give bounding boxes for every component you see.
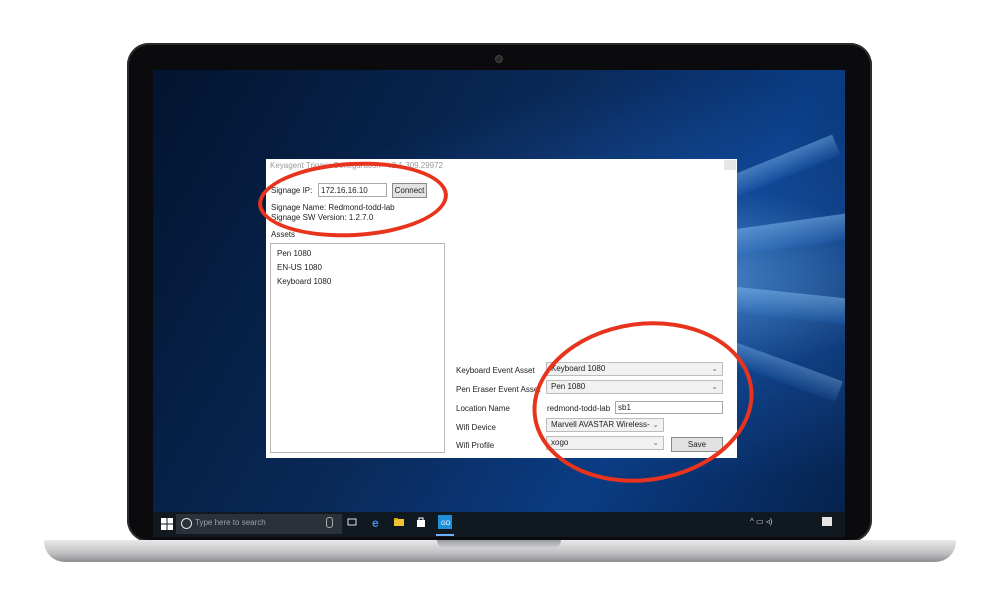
webcam (495, 55, 503, 63)
edge-browser-icon[interactable]: e (371, 516, 383, 528)
pen-eraser-event-asset-label: Pen Eraser Event Asset (456, 385, 541, 394)
svg-text:GO: GO (441, 521, 451, 527)
cortana-icon (181, 518, 192, 529)
window-control-button[interactable] (724, 160, 736, 170)
assets-list[interactable]: Pen 1080 EN-US 1080 Keyboard 1080 (270, 243, 445, 453)
list-item[interactable]: Pen 1080 (277, 249, 311, 258)
notification-center-icon[interactable] (822, 517, 832, 526)
microphone-icon[interactable] (326, 517, 333, 528)
search-placeholder: Type here to search (195, 518, 266, 527)
windows-start-icon[interactable] (161, 518, 173, 530)
active-app-indicator (436, 534, 454, 536)
system-tray[interactable]: ^ ▭ ◃) (750, 514, 772, 530)
list-item[interactable]: EN-US 1080 (277, 263, 322, 272)
assets-header: Assets (271, 230, 296, 239)
svg-text:e: e (372, 516, 379, 528)
location-name-label: Location Name (456, 404, 510, 413)
list-item[interactable]: Keyboard 1080 (277, 277, 331, 286)
wifi-device-label: Wifi Device (456, 423, 497, 432)
keyboard-event-asset-label: Keyboard Event Asset (456, 366, 535, 375)
app-active-icon[interactable]: GO (438, 515, 452, 529)
task-view-icon[interactable] (346, 516, 358, 528)
store-icon[interactable] (415, 516, 427, 528)
wifi-profile-label: Wifi Profile (456, 441, 495, 450)
file-explorer-icon[interactable] (393, 516, 405, 528)
laptop-notch (437, 540, 561, 548)
